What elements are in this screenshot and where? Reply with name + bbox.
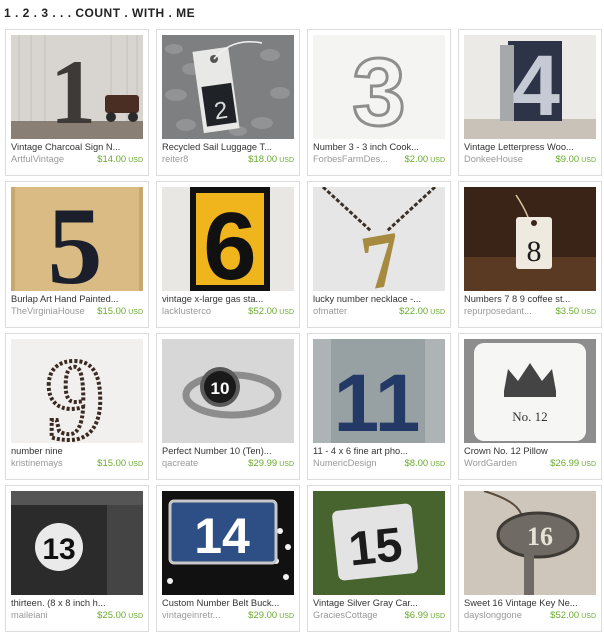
product-card[interactable]: 5 Burlap Art Hand Painted... TheVirginia…	[5, 181, 149, 328]
number-graphic: 8	[527, 235, 542, 268]
product-title[interactable]: vintage x-large gas sta...	[162, 294, 294, 305]
product-image[interactable]: 9	[11, 339, 143, 443]
price: $25.00 USD	[97, 610, 143, 621]
shop-name[interactable]: kristinemays	[11, 458, 63, 469]
price: $9.00 USD	[555, 154, 596, 165]
product-card[interactable]: 1 Vintage Charcoal Sign N... ArtfulVinta…	[5, 29, 149, 176]
product-title[interactable]: Number 3 - 3 inch Cook...	[313, 142, 445, 153]
price: $2.00 USD	[404, 154, 445, 165]
number-graphic: 5	[48, 187, 103, 291]
number-graphic: 15	[346, 518, 405, 576]
product-image[interactable]: 8	[464, 187, 596, 291]
number-graphic: 6	[203, 193, 256, 291]
product-card[interactable]: 11 11 - 4 x 6 fine art pho... NumericDes…	[307, 333, 451, 480]
number-graphic: 11	[334, 358, 421, 443]
product-title[interactable]: lucky number necklace -...	[313, 294, 445, 305]
price: $52.00 USD	[248, 306, 294, 317]
number-graphic: 14	[194, 508, 250, 564]
price: $8.00 USD	[404, 458, 445, 469]
product-card[interactable]: 7 lucky number necklace -... ofmatter $2…	[307, 181, 451, 328]
item-grid: 1 Vintage Charcoal Sign N... ArtfulVinta…	[5, 29, 602, 635]
shop-name[interactable]: lacklusterco	[162, 306, 211, 317]
shop-name[interactable]: ForbesFarmDes...	[313, 154, 388, 165]
shop-name[interactable]: ofmatter	[313, 306, 347, 317]
product-title[interactable]: 11 - 4 x 6 fine art pho...	[313, 446, 445, 457]
product-image[interactable]: 3	[313, 35, 445, 139]
product-title[interactable]: Sweet 16 Vintage Key Ne...	[464, 598, 596, 609]
product-image[interactable]: 1	[11, 35, 143, 139]
number-graphic: 10	[211, 379, 230, 398]
price: $22.00 USD	[399, 306, 445, 317]
product-image[interactable]: 7	[313, 187, 445, 291]
price: $18.00 USD	[248, 154, 294, 165]
shop-name[interactable]: repurposedant...	[464, 306, 532, 317]
product-image[interactable]: 10	[162, 339, 294, 443]
shop-name[interactable]: WordGarden	[464, 458, 517, 469]
product-image[interactable]: 4	[464, 35, 596, 139]
price: $15.00 USD	[97, 458, 143, 469]
price: $6.99 USD	[404, 610, 445, 621]
price: $29.00 USD	[248, 610, 294, 621]
product-card[interactable]: 13 thirteen. (8 x 8 inch h... maileiani …	[5, 485, 149, 632]
product-image[interactable]: 15	[313, 491, 445, 595]
product-title[interactable]: Crown No. 12 Pillow	[464, 446, 596, 457]
number-graphic: 3	[352, 39, 405, 139]
price: $14.00 USD	[97, 154, 143, 165]
product-card[interactable]: 14 Custom Number Belt Buck... vintageinr…	[156, 485, 300, 632]
number-graphic: 9	[46, 339, 105, 443]
product-title[interactable]: Custom Number Belt Buck...	[162, 598, 294, 609]
number-graphic: 4	[512, 38, 560, 134]
number-graphic: 16	[527, 522, 553, 551]
product-image[interactable]: 14	[162, 491, 294, 595]
number-graphic: 1	[50, 41, 96, 139]
shop-name[interactable]: qacreate	[162, 458, 198, 469]
shop-name[interactable]: GraciesCottage	[313, 610, 378, 621]
product-image[interactable]: No. 12	[464, 339, 596, 443]
product-card[interactable]: 6 vintage x-large gas sta... lacklusterc…	[156, 181, 300, 328]
price: $3.50 USD	[555, 306, 596, 317]
product-card[interactable]: 8 Numbers 7 8 9 coffee st... repurposeda…	[458, 181, 602, 328]
product-image[interactable]: 16	[464, 491, 596, 595]
product-title[interactable]: Vintage Letterpress Woo...	[464, 142, 596, 153]
shop-name[interactable]: dayslonggone	[464, 610, 522, 621]
product-image[interactable]: 5	[11, 187, 143, 291]
product-title[interactable]: thirteen. (8 x 8 inch h...	[11, 598, 143, 609]
product-card[interactable]: 10 Perfect Number 10 (Ten)... qacreate $…	[156, 333, 300, 480]
price: $15.00 USD	[97, 306, 143, 317]
product-image[interactable]: 13	[11, 491, 143, 595]
product-title[interactable]: Burlap Art Hand Painted...	[11, 294, 143, 305]
number-graphic: 13	[42, 533, 75, 566]
product-image[interactable]: 2	[162, 35, 294, 139]
product-title[interactable]: Vintage Silver Gray Car...	[313, 598, 445, 609]
price: $29.99 USD	[248, 458, 294, 469]
product-card[interactable]: 3 Number 3 - 3 inch Cook... ForbesFarmDe…	[307, 29, 451, 176]
product-card[interactable]: 16 Sweet 16 Vintage Key Ne... dayslonggo…	[458, 485, 602, 632]
page-title: 1 . 2 . 3 . . . COUNT . WITH . ME	[4, 6, 196, 20]
product-title[interactable]: Perfect Number 10 (Ten)...	[162, 446, 294, 457]
product-card[interactable]: 15 Vintage Silver Gray Car... GraciesCot…	[307, 485, 451, 632]
shop-name[interactable]: DonkeeHouse	[464, 154, 523, 165]
product-card[interactable]: 9 number nine kristinemays $15.00 USD	[5, 333, 149, 480]
product-image[interactable]: 6	[162, 187, 294, 291]
price: $52.00 USD	[550, 610, 596, 621]
number-graphic: No. 12	[512, 409, 547, 424]
shop-name[interactable]: TheVirginiaHouse	[11, 306, 85, 317]
product-title[interactable]: Numbers 7 8 9 coffee st...	[464, 294, 596, 305]
product-card[interactable]: 4 Vintage Letterpress Woo... DonkeeHouse…	[458, 29, 602, 176]
product-title[interactable]: Vintage Charcoal Sign N...	[11, 142, 143, 153]
product-card[interactable]: 2 Recycled Sail Luggage T... reiter8 $18…	[156, 29, 300, 176]
price: $26.99 USD	[550, 458, 596, 469]
product-image[interactable]: 11	[313, 339, 445, 443]
shop-name[interactable]: NumericDesign	[313, 458, 377, 469]
product-title[interactable]: number nine	[11, 446, 143, 457]
shop-name[interactable]: maileiani	[11, 610, 48, 621]
shop-name[interactable]: vintageinretr...	[162, 610, 220, 621]
product-title[interactable]: Recycled Sail Luggage T...	[162, 142, 294, 153]
shop-name[interactable]: reiter8	[162, 154, 188, 165]
shop-name[interactable]: ArtfulVintage	[11, 154, 64, 165]
product-card[interactable]: No. 12 Crown No. 12 Pillow WordGarden $2…	[458, 333, 602, 480]
